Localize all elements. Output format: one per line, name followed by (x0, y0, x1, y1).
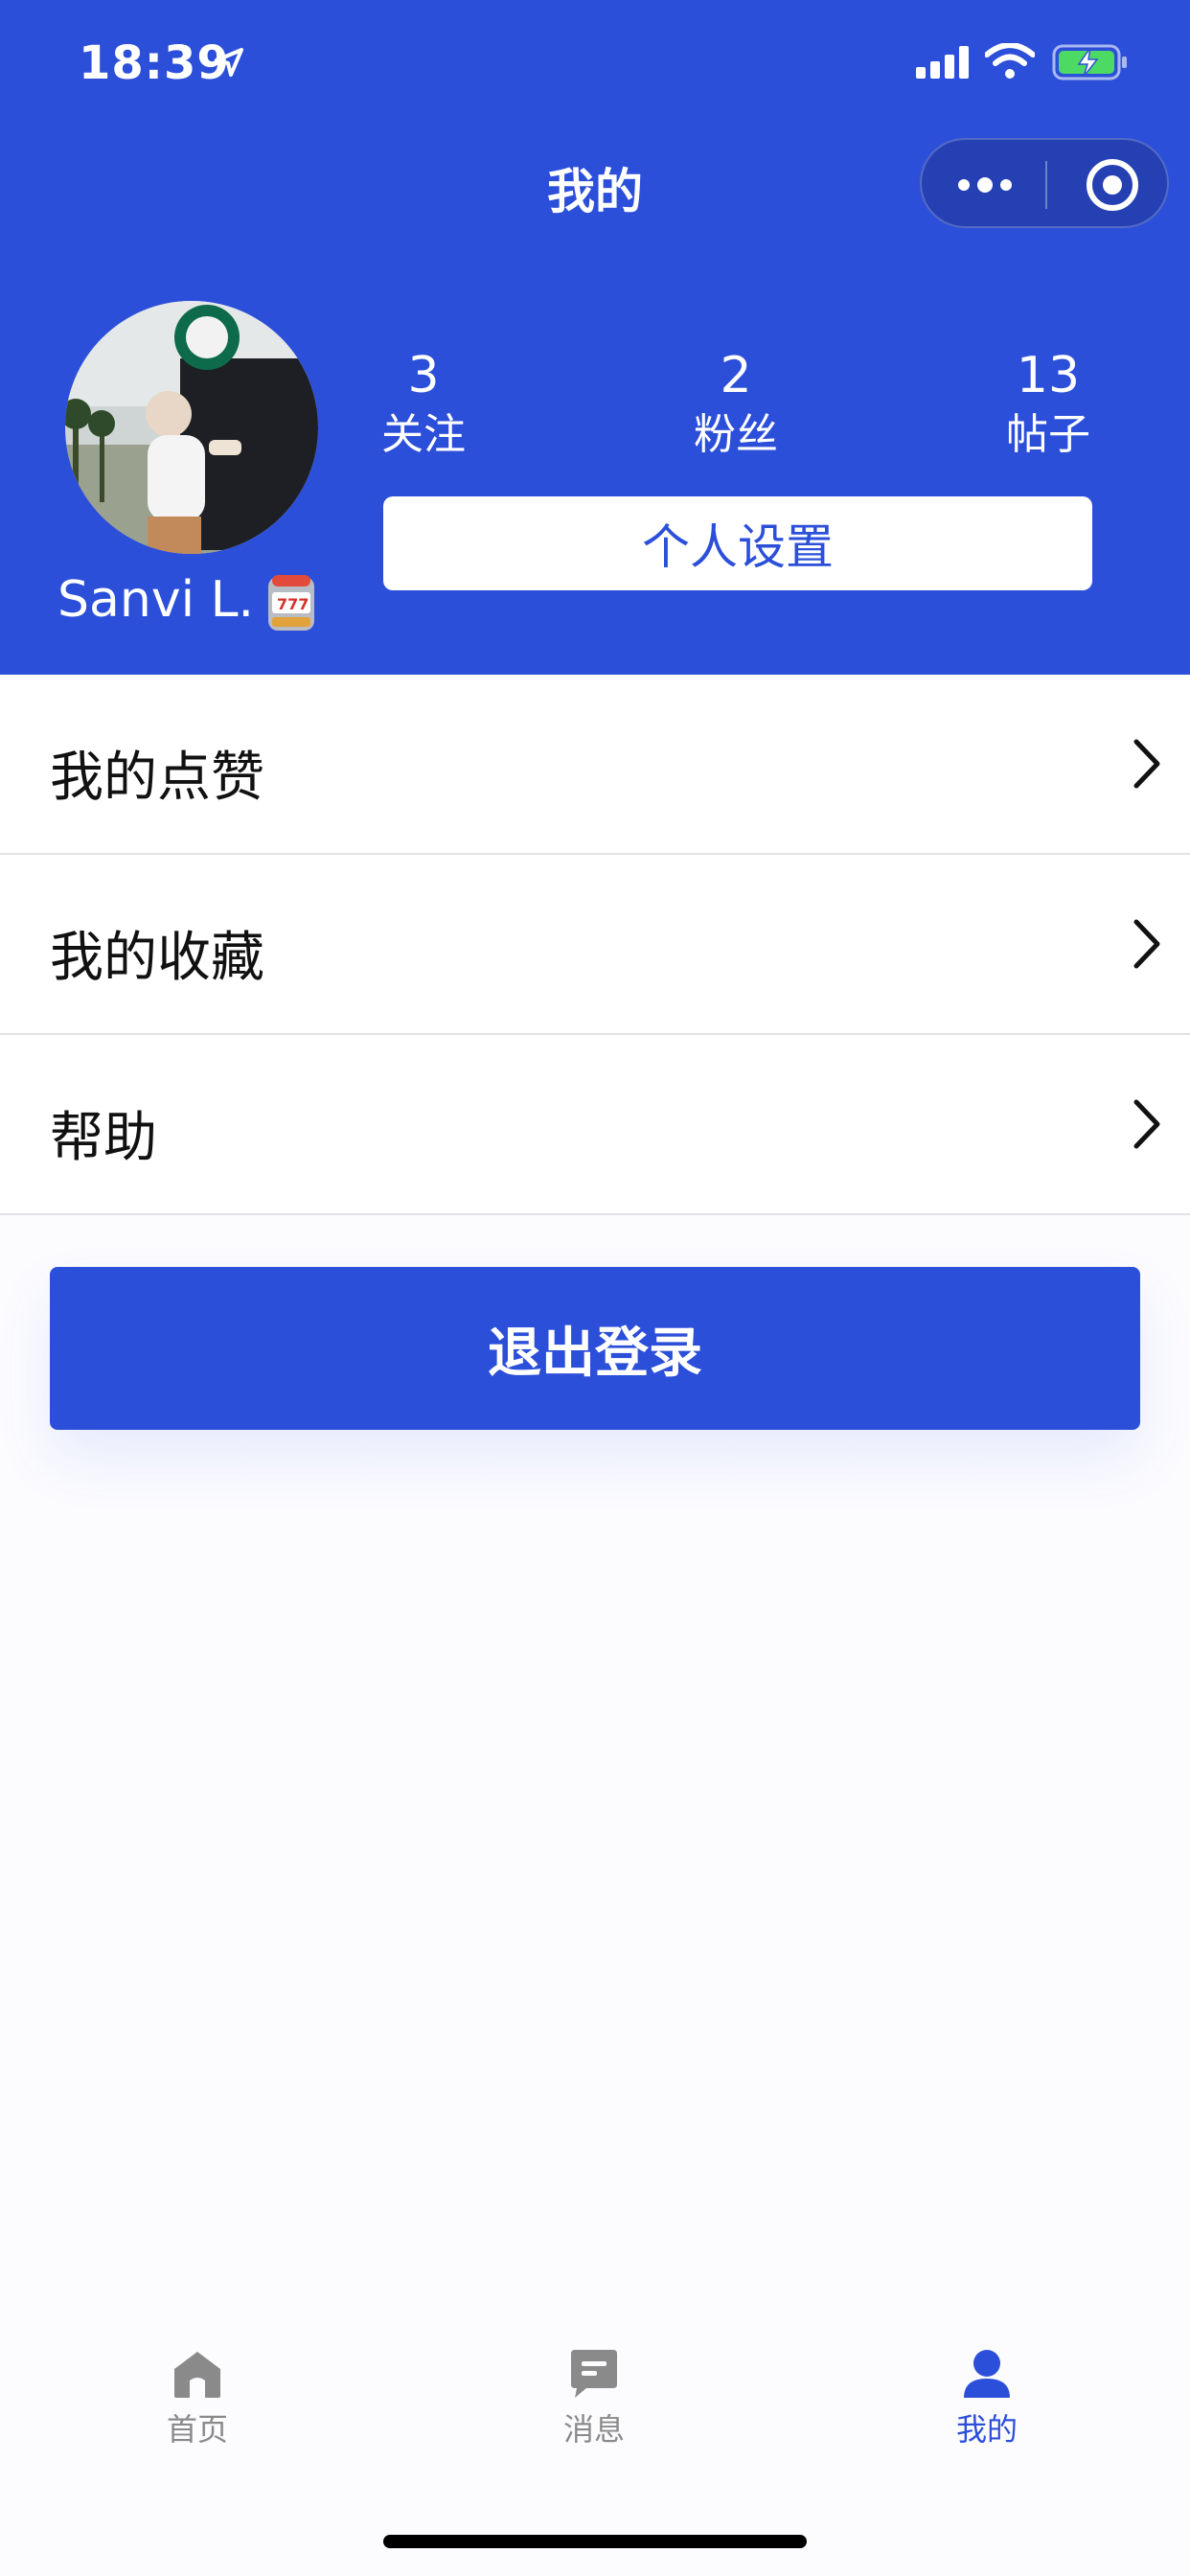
menu-item-label: 帮助 (50, 1107, 157, 1169)
chevron-right-icon (1133, 919, 1160, 969)
logout-button[interactable]: 退出登录 (50, 1267, 1140, 1430)
cellular-signal-icon (916, 46, 969, 79)
menu-item-label: 我的点赞 (50, 747, 264, 809)
tab-mine[interactable]: 我的 (891, 2348, 1083, 2450)
personal-settings-button[interactable]: 个人设置 (383, 496, 1092, 590)
svg-text:777: 777 (277, 595, 309, 613)
user-icon (964, 2350, 1010, 2398)
wifi-icon (985, 43, 1035, 79)
chevron-right-icon (1133, 739, 1160, 789)
menu-item-help[interactable]: 帮助 (0, 1035, 1190, 1215)
profile-header: 18:39 我的 Sanvi L. 777 3 关注 2 粉丝 13 帖子 个人… (0, 0, 1190, 675)
location-arrow-icon (215, 48, 243, 77)
menu-item-label: 我的收藏 (50, 927, 264, 989)
chevron-right-icon (1133, 1099, 1160, 1149)
status-time: 18:39 (79, 36, 230, 90)
stat-following[interactable]: 3 关注 (337, 345, 510, 464)
tab-label: 首页 (166, 2411, 228, 2448)
menu-item-favorites[interactable]: 我的收藏 (0, 855, 1190, 1035)
avatar[interactable] (65, 301, 318, 554)
home-indicator (383, 2535, 807, 2548)
miniprogram-capsule (920, 138, 1169, 228)
tab-home[interactable]: 首页 (102, 2348, 293, 2450)
stat-value: 3 (407, 347, 440, 404)
tab-label: 消息 (562, 2411, 625, 2448)
tab-messages[interactable]: 消息 (498, 2348, 690, 2450)
home-icon (174, 2352, 220, 2398)
stat-followers[interactable]: 2 粉丝 (650, 345, 822, 464)
avatar-image (65, 301, 318, 554)
battery-charging-icon (1052, 44, 1127, 80)
stat-label: 粉丝 (694, 410, 778, 459)
stat-label: 关注 (381, 410, 466, 459)
stat-label: 帖子 (1006, 410, 1090, 459)
settings-menu: 我的点赞 我的收藏 帮助 (0, 675, 1190, 1215)
close-miniprogram-icon[interactable] (1083, 155, 1142, 215)
username: Sanvi L. (57, 571, 255, 629)
menu-item-likes[interactable]: 我的点赞 (0, 675, 1190, 855)
stat-value: 13 (1016, 347, 1081, 404)
tab-label: 我的 (955, 2411, 1018, 2448)
slot-machine-icon: 777 (268, 575, 314, 631)
capsule-divider (1045, 161, 1047, 209)
tab-bar: 首页 消息 我的 (0, 2329, 1190, 2482)
message-icon (571, 2350, 617, 2398)
stat-posts[interactable]: 13 帖子 (962, 345, 1134, 464)
more-icon[interactable] (956, 169, 1014, 201)
stat-value: 2 (720, 347, 752, 404)
